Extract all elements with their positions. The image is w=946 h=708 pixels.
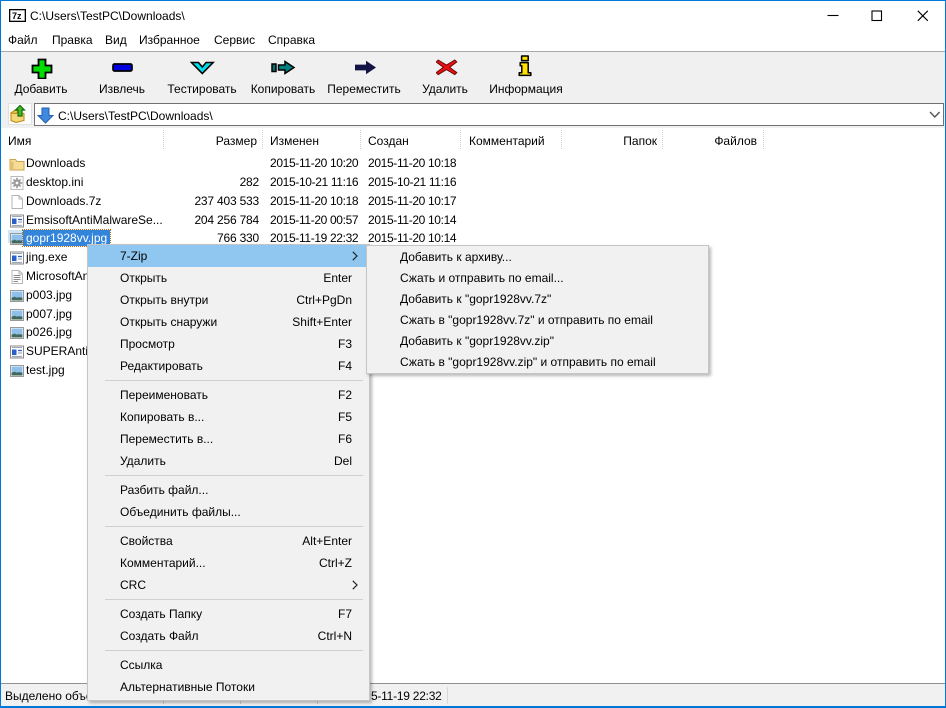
svg-text:7z: 7z xyxy=(12,11,22,21)
